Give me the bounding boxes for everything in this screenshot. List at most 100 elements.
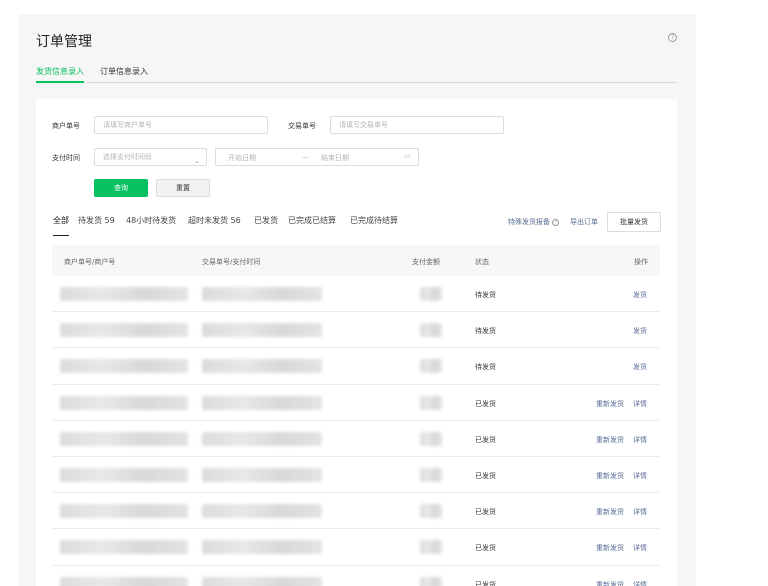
- amount-redacted: [420, 359, 442, 374]
- status-text: 已发货: [475, 508, 496, 517]
- merchant-order-redacted: [60, 540, 188, 555]
- table-row: 已发货 重新发货 详情: [52, 385, 660, 421]
- tab-shipping-entry[interactable]: 发货信息录入: [36, 66, 84, 83]
- col-merchant-order: 商户单号/商户号: [64, 258, 116, 266]
- details-action[interactable]: 详情: [633, 507, 647, 517]
- filter-completed-settled[interactable]: 已完成已结算: [288, 215, 336, 226]
- tab-order-entry[interactable]: 订单信息录入: [100, 66, 148, 83]
- filter-pending[interactable]: 待发货 59: [78, 215, 115, 226]
- reship-action[interactable]: 重新发货: [596, 399, 624, 409]
- amount-redacted: [420, 395, 442, 410]
- status-text: 已发货: [475, 435, 496, 444]
- pay-time-label: 支付时间: [52, 154, 80, 162]
- ship-action[interactable]: 发货: [633, 290, 647, 300]
- amount-redacted: [420, 504, 442, 519]
- status-text: 已发货: [475, 580, 496, 586]
- range-separator: —: [302, 153, 309, 161]
- details-action[interactable]: 详情: [633, 399, 647, 409]
- status-text: 已发货: [475, 544, 496, 553]
- amount-redacted: [420, 287, 442, 301]
- amount-redacted: [420, 540, 442, 555]
- merchant-order-label: 商户单号: [52, 122, 80, 130]
- special-report-label: 特殊发货报备: [508, 218, 550, 226]
- table-row: 已发货 重新发货 详情: [52, 421, 660, 457]
- merchant-order-redacted: [60, 431, 188, 446]
- table-row: 待发货 发货: [52, 312, 660, 349]
- filter-shipped[interactable]: 已发货: [254, 215, 278, 226]
- batch-ship-button[interactable]: 批量发货: [607, 212, 661, 232]
- transaction-redacted: [202, 467, 322, 482]
- filter-completed-unsettled[interactable]: 已完成待结算: [350, 215, 398, 226]
- date-range-picker[interactable]: 开始日期 — 结束日期 ▭: [215, 148, 419, 166]
- col-status: 状态: [475, 258, 489, 266]
- export-orders-link[interactable]: 导出订单: [570, 217, 598, 227]
- merchant-order-redacted: [60, 576, 188, 586]
- merchant-order-redacted: [60, 504, 188, 519]
- reship-action[interactable]: 重新发货: [596, 580, 624, 586]
- transaction-redacted: [202, 395, 322, 410]
- status-text: 待发货: [475, 327, 496, 336]
- col-amount: 支付金额: [412, 258, 440, 266]
- active-filter-underline: [53, 235, 69, 236]
- reship-action[interactable]: 重新发货: [596, 507, 624, 517]
- transaction-redacted: [202, 540, 322, 555]
- pay-time-select[interactable]: 选择支付时间段 ⌄: [94, 148, 207, 166]
- transaction-redacted: [202, 431, 322, 446]
- reset-button[interactable]: 重置: [156, 179, 210, 197]
- transaction-redacted: [202, 576, 322, 586]
- calendar-icon: ▭: [404, 152, 411, 160]
- transaction-input[interactable]: [330, 116, 504, 134]
- status-text: 已发货: [475, 399, 496, 408]
- question-icon[interactable]: ?: [552, 218, 559, 226]
- amount-redacted: [420, 431, 442, 446]
- table-body: 待发货 发货 待发货 发货 待发货 发货 已发货 重新发货 详情 已发货 重新发货 详情 已发货 重新发货…: [52, 276, 660, 586]
- amount-redacted: [420, 467, 442, 482]
- reship-action[interactable]: 重新发货: [596, 471, 624, 481]
- transaction-redacted: [202, 287, 322, 301]
- col-transaction: 交易单号/支付时间: [202, 258, 261, 266]
- table-row: 待发货 发货: [52, 276, 660, 313]
- amount-redacted: [420, 323, 442, 338]
- transaction-label: 交易单号: [288, 122, 316, 130]
- status-text: 待发货: [475, 291, 496, 299]
- details-action[interactable]: 详情: [633, 543, 647, 553]
- status-text: 待发货: [475, 363, 496, 372]
- transaction-redacted: [202, 359, 322, 374]
- details-action[interactable]: 详情: [633, 580, 647, 586]
- table-row: 已发货 重新发货 详情: [52, 493, 660, 530]
- table-header: 商户单号/商户号 交易单号/支付时间 支付金额 状态 操作: [52, 245, 660, 276]
- filter-overdue[interactable]: 超时未发货 56: [188, 215, 241, 226]
- merchant-order-input[interactable]: [94, 116, 268, 134]
- start-date-placeholder: 开始日期: [228, 154, 256, 162]
- details-action[interactable]: 详情: [633, 471, 647, 481]
- orders-table: 商户单号/商户号 交易单号/支付时间 支付金额 状态 操作 待发货 发货 待发货 发货…: [52, 245, 660, 586]
- merchant-order-redacted: [60, 467, 188, 482]
- transaction-redacted: [202, 504, 322, 519]
- filter-48h-pending[interactable]: 48小时待发货: [126, 215, 176, 226]
- merchant-order-redacted: [60, 359, 188, 374]
- status-text: 已发货: [475, 471, 496, 480]
- amount-redacted: [420, 576, 442, 586]
- table-row: 已发货 重新发货 详情: [52, 566, 660, 586]
- filter-all[interactable]: 全部: [53, 215, 69, 226]
- merchant-order-redacted: [60, 323, 188, 338]
- query-button[interactable]: 查询: [94, 179, 148, 197]
- end-date-placeholder: 结束日期: [321, 154, 349, 162]
- merchant-order-redacted: [60, 287, 188, 301]
- reship-action[interactable]: 重新发货: [596, 435, 624, 445]
- chevron-down-icon: ⌄: [194, 157, 200, 165]
- reship-action[interactable]: 重新发货: [596, 543, 624, 553]
- ship-action[interactable]: 发货: [633, 362, 647, 372]
- tab-bar: 发货信息录入 订单信息录入: [36, 66, 677, 83]
- ship-action[interactable]: 发货: [633, 326, 647, 336]
- pay-time-select-value: 选择支付时间段: [103, 153, 152, 161]
- table-row: 已发货 重新发货 详情: [52, 529, 660, 566]
- merchant-order-redacted: [60, 395, 188, 410]
- details-action[interactable]: 详情: [633, 435, 647, 445]
- help-icon[interactable]: ?: [668, 33, 677, 42]
- special-report-link[interactable]: 特殊发货报备?: [508, 217, 559, 227]
- order-card: 商户单号 交易单号 支付时间 选择支付时间段 ⌄ 开始日期 — 结束日期 ▭ 查…: [36, 99, 677, 586]
- table-row: 待发货 发货: [52, 348, 660, 385]
- transaction-redacted: [202, 323, 322, 338]
- page-title: 订单管理: [36, 34, 92, 50]
